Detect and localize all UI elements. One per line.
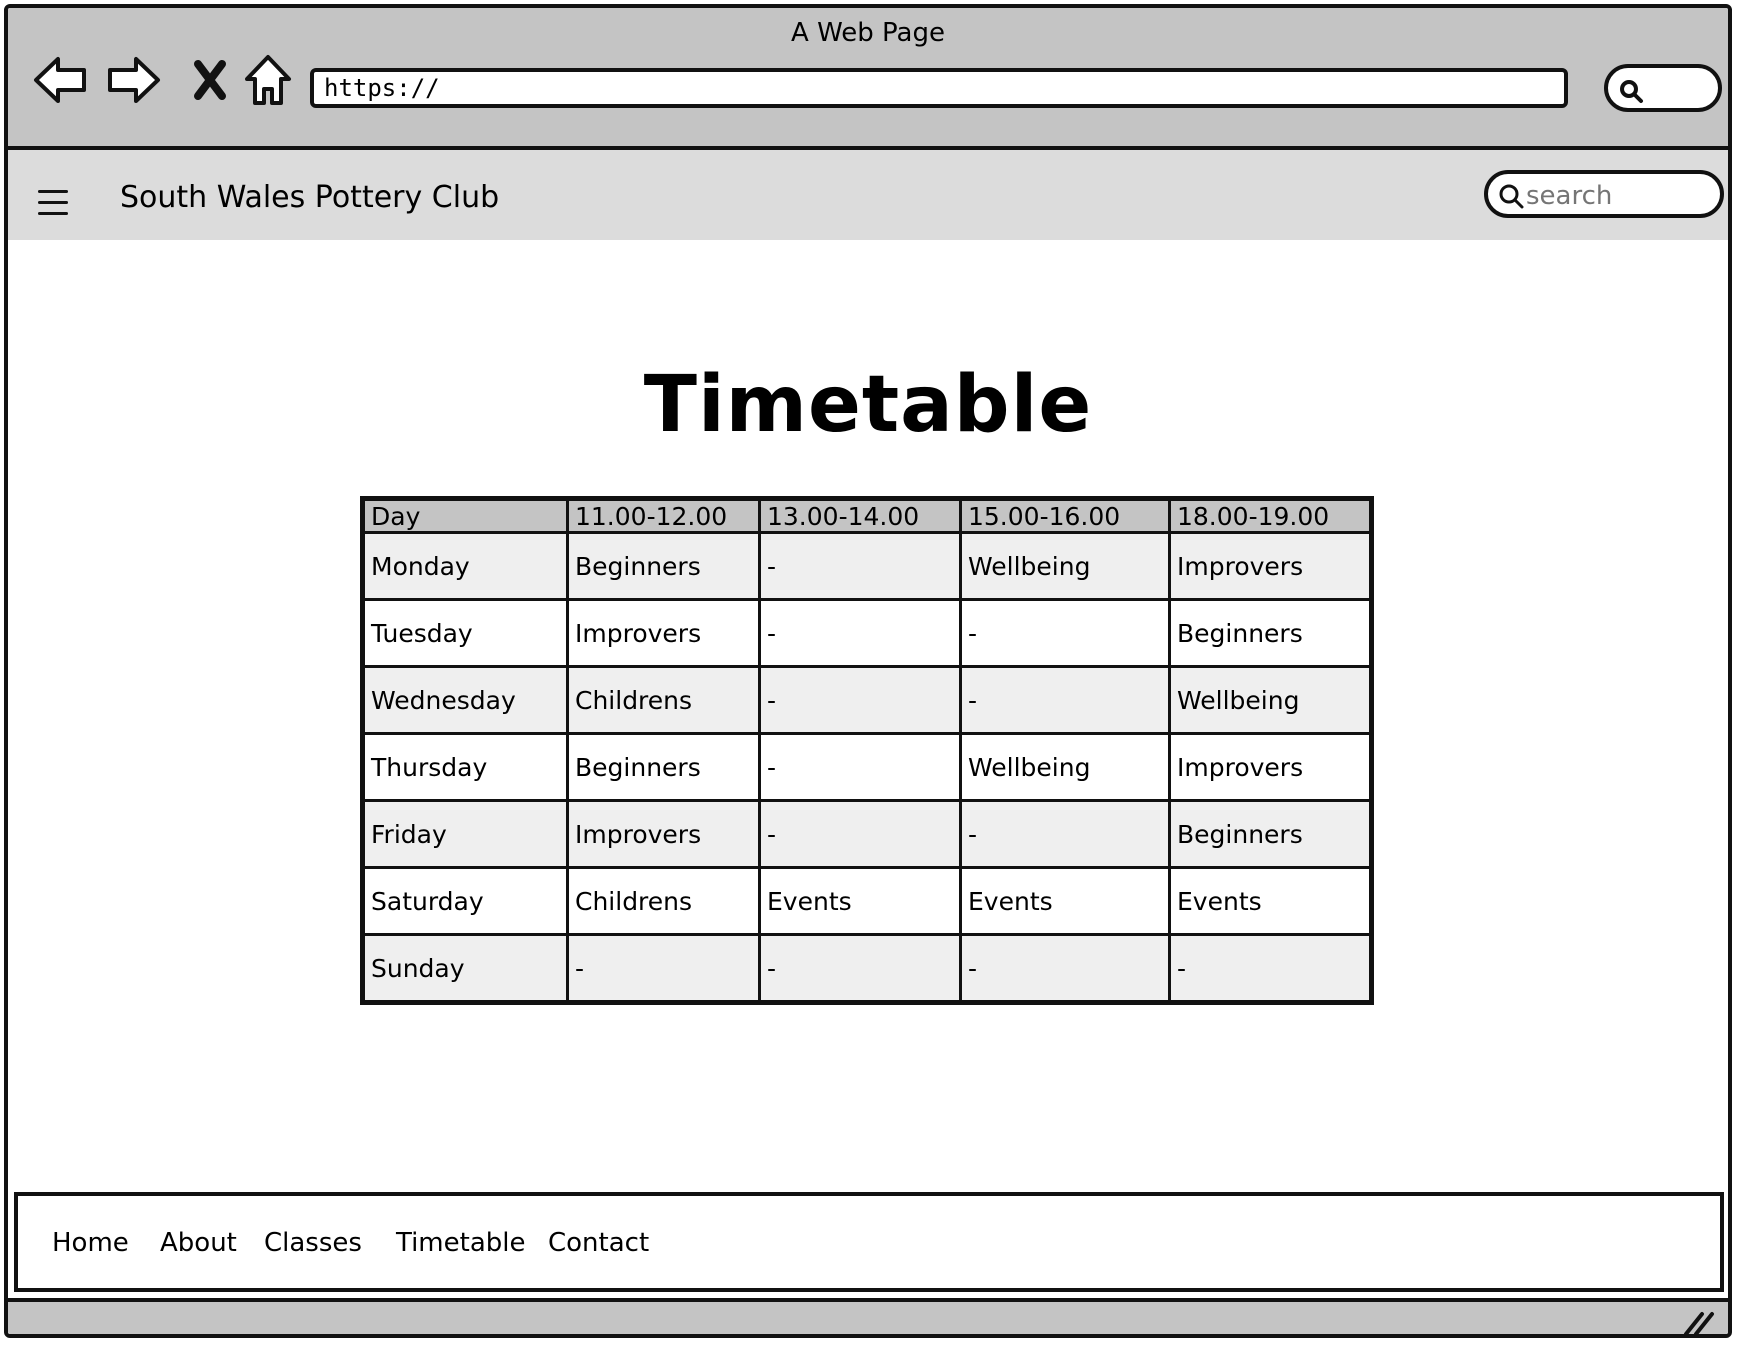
table-cell: - bbox=[758, 732, 962, 802]
table-header-row: Day 11.00-12.00 13.00-14.00 15.00-16.00 … bbox=[361, 497, 1373, 534]
table-cell: Improvers bbox=[566, 598, 761, 668]
back-button[interactable] bbox=[32, 50, 88, 110]
table-cell: - bbox=[758, 799, 962, 869]
table-cell: - bbox=[566, 933, 761, 1004]
timetable-table: Day 11.00-12.00 13.00-14.00 15.00-16.00 … bbox=[360, 496, 1374, 1005]
table-row: Wednesday Childrens - - Wellbeing bbox=[361, 665, 1373, 735]
table-cell: Wellbeing bbox=[959, 531, 1171, 601]
table-row: Thursday Beginners - Wellbeing Improvers bbox=[361, 732, 1373, 802]
table-cell: Wednesday bbox=[361, 665, 569, 735]
search-icon bbox=[1620, 80, 1643, 103]
table-cell: - bbox=[758, 665, 962, 735]
footer-link-contact[interactable]: Contact bbox=[548, 1228, 649, 1258]
table-cell: - bbox=[959, 598, 1171, 668]
table-cell: Friday bbox=[361, 799, 569, 869]
stop-button[interactable] bbox=[182, 50, 238, 110]
footer-nav: Home About Classes Timetable Contact bbox=[14, 1192, 1724, 1292]
footer-link-home[interactable]: Home bbox=[52, 1228, 129, 1258]
footer-link-about[interactable]: About bbox=[160, 1228, 237, 1258]
forward-arrow-icon bbox=[108, 57, 160, 103]
table-cell: Events bbox=[1168, 866, 1373, 936]
table-cell: Wellbeing bbox=[959, 732, 1171, 802]
table-cell: Beginners bbox=[566, 732, 761, 802]
status-bar bbox=[8, 1298, 1728, 1338]
table-row: Sunday - - - - bbox=[361, 933, 1373, 1004]
table-cell: Improvers bbox=[566, 799, 761, 869]
column-header: Day bbox=[361, 497, 569, 534]
footer-link-classes[interactable]: Classes bbox=[264, 1228, 362, 1258]
resize-grip-icon[interactable] bbox=[1680, 1308, 1716, 1338]
table-cell: - bbox=[758, 531, 962, 601]
table-row: Monday Beginners - Wellbeing Improvers bbox=[361, 531, 1373, 601]
column-header: 13.00-14.00 bbox=[758, 497, 962, 534]
forward-button[interactable] bbox=[106, 50, 162, 110]
table-cell: Wellbeing bbox=[1168, 665, 1373, 735]
browser-search-button[interactable] bbox=[1604, 64, 1722, 112]
table-cell: Improvers bbox=[1168, 531, 1373, 601]
table-cell: Beginners bbox=[1168, 598, 1373, 668]
site-search-box[interactable] bbox=[1484, 170, 1724, 218]
table-cell: - bbox=[758, 933, 962, 1004]
table-cell: Sunday bbox=[361, 933, 569, 1004]
home-icon bbox=[245, 55, 291, 105]
window-title: A Web Page bbox=[791, 18, 945, 48]
home-button[interactable] bbox=[240, 50, 296, 110]
table-cell: Monday bbox=[361, 531, 569, 601]
table-cell: - bbox=[1168, 933, 1373, 1004]
site-header: South Wales Pottery Club bbox=[8, 150, 1728, 240]
column-header: 11.00-12.00 bbox=[566, 497, 761, 534]
table-cell: Improvers bbox=[1168, 732, 1373, 802]
browser-chrome: A Web Page https:// bbox=[8, 8, 1728, 150]
column-header: 15.00-16.00 bbox=[959, 497, 1171, 534]
table-cell: - bbox=[959, 665, 1171, 735]
table-row: Tuesday Improvers - - Beginners bbox=[361, 598, 1373, 668]
footer-link-timetable[interactable]: Timetable bbox=[396, 1228, 525, 1258]
table-cell: Beginners bbox=[566, 531, 761, 601]
address-bar[interactable]: https:// bbox=[310, 68, 1568, 108]
browser-window: A Web Page https:// South Wales Pottery … bbox=[4, 4, 1732, 1338]
table-cell: Events bbox=[959, 866, 1171, 936]
search-icon bbox=[1499, 184, 1524, 209]
site-title: South Wales Pottery Club bbox=[120, 180, 500, 215]
table-cell: Childrens bbox=[566, 866, 761, 936]
table-row: Saturday Childrens Events Events Events bbox=[361, 866, 1373, 936]
table-row: Friday Improvers - - Beginners bbox=[361, 799, 1373, 869]
site-search-input[interactable] bbox=[1524, 178, 1718, 214]
table-cell: Thursday bbox=[361, 732, 569, 802]
back-arrow-icon bbox=[34, 57, 86, 103]
table-cell: Childrens bbox=[566, 665, 761, 735]
table-cell: Beginners bbox=[1168, 799, 1373, 869]
table-cell: Saturday bbox=[361, 866, 569, 936]
table-cell: - bbox=[959, 799, 1171, 869]
table-cell: - bbox=[959, 933, 1171, 1004]
table-cell: Events bbox=[758, 866, 962, 936]
table-cell: Tuesday bbox=[361, 598, 569, 668]
table-cell: - bbox=[758, 598, 962, 668]
column-header: 18.00-19.00 bbox=[1168, 497, 1373, 534]
page-title: Timetable bbox=[643, 360, 1093, 450]
hamburger-menu-icon[interactable] bbox=[38, 190, 68, 216]
close-icon bbox=[194, 60, 226, 100]
